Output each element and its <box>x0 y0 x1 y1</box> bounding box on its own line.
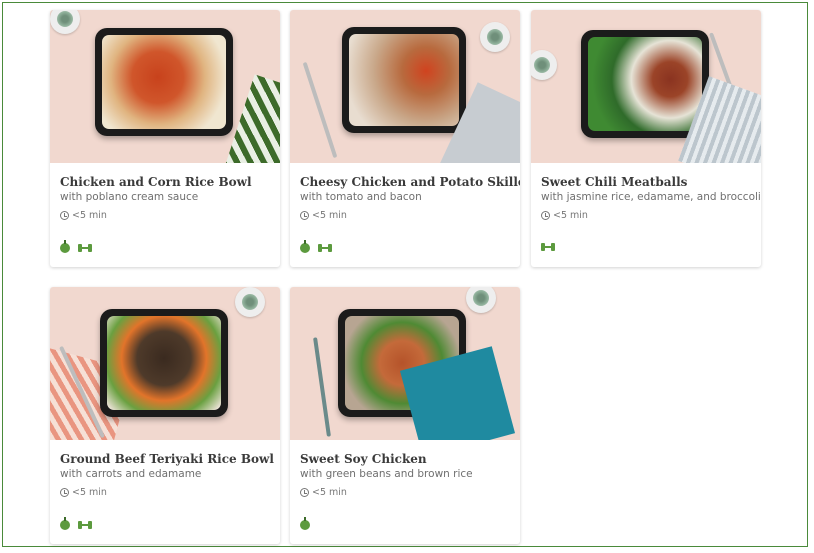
prep-time: <5 min <box>541 210 588 221</box>
plant-decoration <box>531 50 557 80</box>
plant-decoration <box>480 22 510 52</box>
apple-icon <box>60 517 70 530</box>
apple-icon <box>60 240 70 253</box>
badge-row <box>300 517 310 530</box>
badge-row <box>541 243 555 251</box>
badge-row <box>60 517 92 530</box>
prep-time-value: <5 min <box>312 210 347 221</box>
recipe-subtitle: with poblano cream sauce <box>60 191 199 203</box>
recipe-subtitle: with green beans and brown rice <box>300 468 473 480</box>
clock-icon <box>300 488 309 497</box>
apple-icon <box>300 517 310 530</box>
prep-time-value: <5 min <box>72 210 107 221</box>
clock-icon <box>60 488 69 497</box>
prep-time: <5 min <box>60 487 107 498</box>
recipe-photo <box>50 10 280 163</box>
meal-tray <box>95 28 233 136</box>
recipe-subtitle: with jasmine rice, edamame, and broccoli <box>541 191 761 203</box>
clock-icon <box>541 211 550 220</box>
recipe-photo <box>50 287 280 440</box>
prep-time-value: <5 min <box>312 487 347 498</box>
recipe-title[interactable]: Chicken and Corn Rice Bowl <box>60 175 252 189</box>
dumbbell-icon <box>318 244 332 252</box>
prep-time: <5 min <box>60 210 107 221</box>
recipe-card[interactable]: Cheesy Chicken and Potato Skillet with t… <box>290 10 520 267</box>
recipe-title[interactable]: Ground Beef Teriyaki Rice Bowl <box>60 452 274 466</box>
recipe-title[interactable]: Cheesy Chicken and Potato Skillet <box>300 175 520 189</box>
recipe-photo <box>290 287 520 440</box>
badge-row <box>60 240 92 253</box>
prep-time: <5 min <box>300 210 347 221</box>
meal-tray <box>100 309 228 417</box>
plant-decoration <box>466 287 496 313</box>
recipe-photo <box>531 10 761 163</box>
recipe-title[interactable]: Sweet Soy Chicken <box>300 452 427 466</box>
recipe-card[interactable]: Sweet Soy Chicken with green beans and b… <box>290 287 520 544</box>
recipe-card[interactable]: Chicken and Corn Rice Bowl with poblano … <box>50 10 280 267</box>
meal-tray <box>342 27 466 133</box>
apple-icon <box>300 240 310 253</box>
fork <box>302 61 338 159</box>
meal-tray <box>581 30 709 138</box>
dumbbell-icon <box>78 521 92 529</box>
recipe-title[interactable]: Sweet Chili Meatballs <box>541 175 687 189</box>
dumbbell-icon <box>541 243 555 251</box>
clock-icon <box>60 211 69 220</box>
plant-decoration <box>235 287 265 317</box>
clock-icon <box>300 211 309 220</box>
prep-time-value: <5 min <box>553 210 588 221</box>
recipe-photo <box>290 10 520 163</box>
dumbbell-icon <box>78 244 92 252</box>
recipe-subtitle: with carrots and edamame <box>60 468 202 480</box>
recipe-subtitle: with tomato and bacon <box>300 191 422 203</box>
prep-time-value: <5 min <box>72 487 107 498</box>
recipe-card[interactable]: Ground Beef Teriyaki Rice Bowl with carr… <box>50 287 280 544</box>
plant-decoration <box>50 10 80 34</box>
prep-time: <5 min <box>300 487 347 498</box>
recipe-card[interactable]: Sweet Chili Meatballs with jasmine rice,… <box>531 10 761 267</box>
badge-row <box>300 240 332 253</box>
fork <box>313 337 331 437</box>
